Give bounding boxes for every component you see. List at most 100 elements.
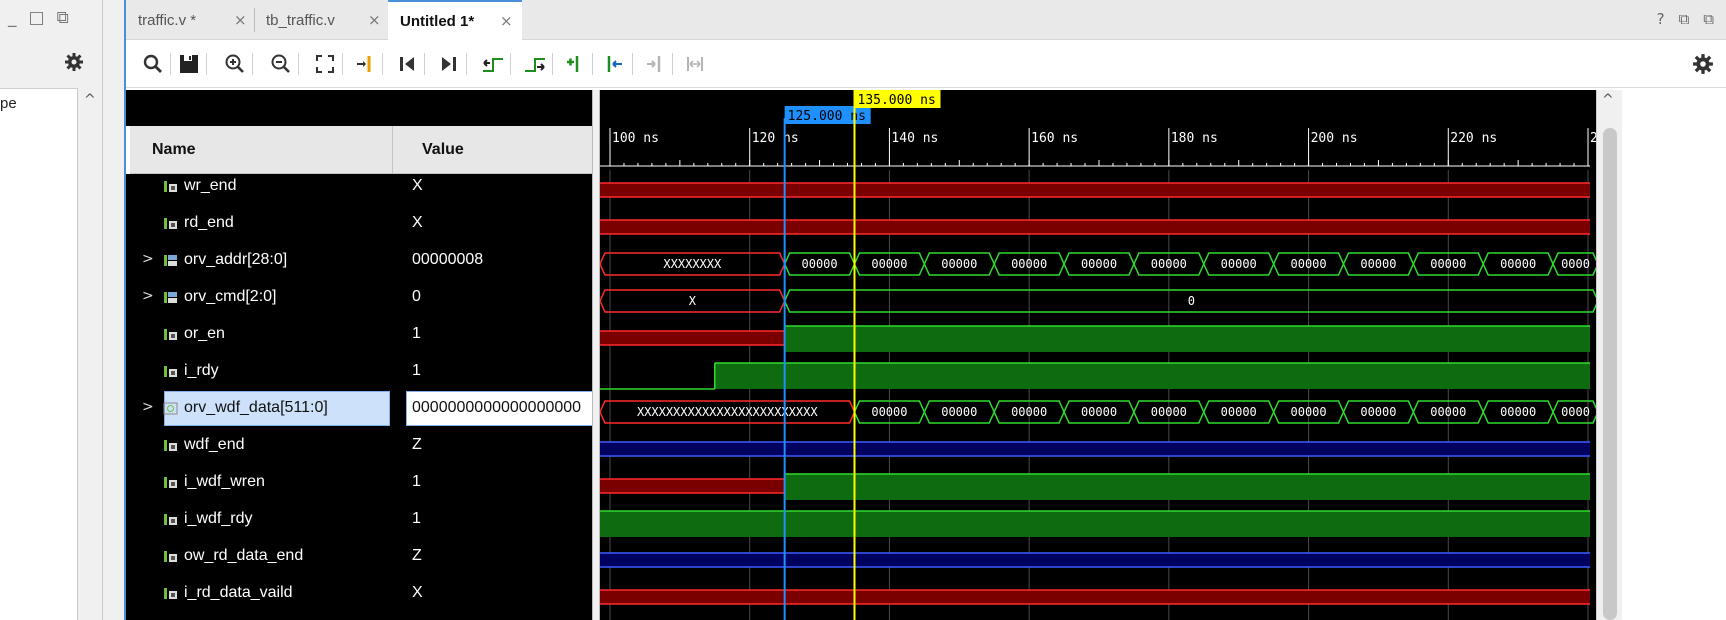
- scrollbar-thumb[interactable]: [1603, 128, 1617, 620]
- close-icon[interactable]: ×: [234, 11, 247, 29]
- save-icon[interactable]: [176, 51, 202, 77]
- gear-icon[interactable]: [64, 52, 84, 72]
- signal-value: X: [412, 584, 423, 601]
- close-icon[interactable]: ×: [500, 12, 513, 30]
- main-cursor-label: 135.000 ns: [858, 93, 936, 108]
- signal-x-band: [600, 220, 1590, 234]
- time-tick-label: 120 ns: [752, 131, 799, 146]
- signal-x-band: [600, 590, 1590, 604]
- vertical-scrollbar[interactable]: ^: [1596, 90, 1622, 620]
- bus-signal-icon: [164, 292, 177, 303]
- signal-value: X: [412, 177, 423, 194]
- name-column-header[interactable]: Name: [152, 141, 196, 159]
- signal-name: or_en: [184, 325, 225, 342]
- go-to-last-time-icon[interactable]: [436, 51, 462, 77]
- value-column-header[interactable]: Value: [422, 141, 464, 159]
- tab-label: Untitled 1*: [400, 12, 475, 30]
- gear-icon[interactable]: [1692, 53, 1714, 75]
- chevron-right-icon[interactable]: >: [142, 251, 154, 267]
- signal-name: i_rd_data_vaild: [184, 584, 293, 601]
- minimize-icon[interactable]: _: [8, 8, 17, 28]
- signal-row[interactable]: > orv_cmd[2:0] 0: [126, 279, 594, 316]
- bus-value-label: 00000: [1430, 257, 1466, 271]
- restore-icon[interactable]: ⧉: [1679, 10, 1690, 28]
- zoom-out-icon[interactable]: [268, 51, 294, 77]
- float-icon[interactable]: ⧉: [57, 8, 69, 28]
- bus-value-label: 00000: [1360, 405, 1396, 419]
- signal-value: Z: [412, 436, 422, 453]
- next-marker-icon[interactable]: [642, 51, 668, 77]
- toolbar-separator: [382, 53, 383, 75]
- signal-x-band: [600, 442, 1590, 456]
- signal-row[interactable]: i_rd_data_vaild X: [126, 575, 594, 612]
- pane-splitter[interactable]: [592, 90, 600, 620]
- signal-row[interactable]: > orv_addr[28:0] 00000008: [126, 242, 594, 279]
- signal-name: wr_end: [184, 177, 237, 194]
- go-to-cursor-icon[interactable]: [352, 51, 378, 77]
- toolbar-separator: [552, 53, 553, 75]
- previous-marker-icon[interactable]: [602, 51, 628, 77]
- bit-signal-icon: [164, 440, 177, 451]
- scope-list[interactable]: pe: [0, 88, 78, 620]
- signal-row[interactable]: i_wdf_wren 1: [126, 464, 594, 501]
- waveform-svg: 100 ns 120 ns 140 ns 160 ns 180 ns 200 ns 220 …: [600, 90, 1596, 620]
- bus-value-label: X: [689, 294, 697, 308]
- signal-row[interactable]: rd_end X: [126, 205, 594, 242]
- scroll-up-icon[interactable]: ^: [1602, 92, 1614, 108]
- signal-x-band: [600, 183, 1590, 197]
- go-to-time-0-icon[interactable]: [394, 51, 420, 77]
- toolbar-separator: [672, 53, 673, 75]
- help-icon[interactable]: ?: [1657, 10, 1665, 28]
- signal-row[interactable]: wr_end X: [126, 168, 594, 205]
- tab-untitled-1[interactable]: Untitled 1* ×: [388, 0, 522, 40]
- tab-tb-traffic-v[interactable]: tb_traffic.v ×: [254, 0, 386, 40]
- restore-icon[interactable]: □: [29, 8, 45, 28]
- search-icon[interactable]: [140, 51, 166, 77]
- time-tick-label: 200 ns: [1311, 131, 1358, 146]
- toolbar-separator: [298, 53, 299, 75]
- tab-label: traffic.v *: [138, 11, 197, 29]
- signal-row[interactable]: or_en 1: [126, 316, 594, 353]
- bus-signal-icon: [163, 402, 178, 415]
- signal-row[interactable]: i_rdy 1: [126, 353, 594, 390]
- toolbar-separator: [632, 53, 633, 75]
- chevron-up-icon[interactable]: ^: [84, 92, 96, 108]
- signal-row[interactable]: wdf_end Z: [126, 427, 594, 464]
- bus-value-label: 0000: [1561, 405, 1590, 419]
- bit-signal-icon: [164, 218, 177, 229]
- previous-transition-icon[interactable]: [480, 51, 506, 77]
- column-divider[interactable]: [392, 126, 393, 174]
- signal-value: 1: [412, 510, 421, 527]
- bus-value-label: 00000: [1500, 257, 1536, 271]
- signal-row[interactable]: ow_rd_data_end Z: [126, 538, 594, 575]
- bus-value-label: 00000: [1151, 405, 1187, 419]
- waveform-canvas[interactable]: 100 ns 120 ns 140 ns 160 ns 180 ns 200 ns 220 …: [600, 90, 1596, 620]
- zoom-in-icon[interactable]: [222, 51, 248, 77]
- next-transition-icon[interactable]: [522, 51, 548, 77]
- swap-cursors-icon[interactable]: [682, 51, 708, 77]
- chevron-right-icon[interactable]: >: [142, 399, 154, 415]
- add-marker-icon[interactable]: [562, 51, 588, 77]
- signal-value: 0000000000000000000: [412, 399, 582, 416]
- bit-signal-icon: [164, 181, 177, 192]
- signal-name: ow_rd_data_end: [184, 547, 304, 564]
- tab-traffic-v[interactable]: traffic.v * ×: [126, 0, 254, 40]
- bus-signal-icon: [164, 255, 177, 266]
- bus-value-label: XXXXXXXXXXXXXXXXXXXXXXXXX: [637, 405, 818, 419]
- signal-name: rd_end: [184, 214, 234, 231]
- waveform-editor: traffic.v * × tb_traffic.v × Untitled 1*…: [124, 0, 1726, 620]
- bus-value-label: 00000: [1011, 257, 1047, 271]
- zoom-fit-icon[interactable]: [312, 51, 338, 77]
- chevron-right-icon[interactable]: >: [142, 288, 154, 304]
- signal-row[interactable]: > orv_wdf_data[511:0] 0000000000000000000: [126, 390, 594, 427]
- float-icon[interactable]: ⧉: [1703, 10, 1714, 28]
- bus-value-label: 00000: [941, 405, 977, 419]
- close-icon[interactable]: ×: [368, 11, 381, 29]
- signal-x-band: [600, 553, 1590, 567]
- toolbar-separator: [206, 53, 207, 75]
- bit-signal-icon: [164, 329, 177, 340]
- signal-row[interactable]: i_wdf_rdy 1: [126, 501, 594, 538]
- bus-value-label: XXXXXXXX: [663, 257, 722, 271]
- names-header-spacer: [126, 90, 594, 126]
- signal-high-fill: [784, 474, 1590, 500]
